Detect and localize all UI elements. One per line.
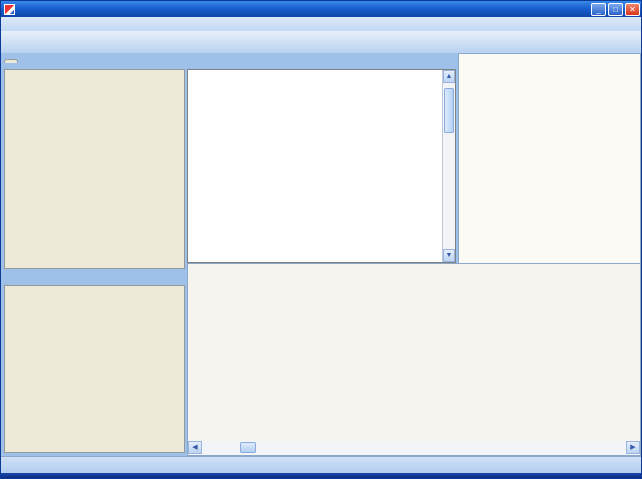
instrument-params-panel (4, 69, 185, 269)
scroll-down-arrow[interactable]: ▼ (443, 249, 455, 262)
dynamic-chart-panel: ◀ ▶ (187, 263, 641, 456)
menu-bar (1, 17, 642, 31)
scroll-up-arrow[interactable]: ▲ (443, 70, 455, 83)
window-bottom-border (1, 473, 642, 479)
maximize-button[interactable]: □ (608, 3, 623, 16)
scroll-right-arrow[interactable]: ▶ (626, 441, 640, 454)
title-bar: _ □ ✕ (1, 1, 642, 17)
app-icon (4, 4, 15, 15)
calibration-curve-panel (458, 53, 641, 286)
results-table-scrollbar[interactable]: ▲ ▼ (442, 70, 455, 262)
tab-instrument-params[interactable] (4, 59, 18, 63)
calibration-curve-chart (459, 54, 640, 246)
absorbance-dynamic-chart (188, 281, 640, 443)
scroll-left-arrow[interactable]: ◀ (188, 441, 202, 454)
scroll-thumb[interactable] (444, 88, 454, 133)
close-button[interactable]: ✕ (625, 3, 640, 16)
status-bar (1, 456, 642, 473)
toolbar (1, 31, 642, 53)
minimize-button[interactable]: _ (591, 3, 606, 16)
results-table: ▲ ▼ (187, 69, 456, 263)
dynamic-chart-scrollbar[interactable]: ◀ ▶ (188, 441, 640, 454)
instrument-params-tabstrip (4, 55, 18, 66)
app-window: _ □ ✕ ▲ ▼ (0, 0, 642, 479)
flame-params-panel (4, 285, 185, 453)
scroll-thumb[interactable] (240, 442, 256, 453)
